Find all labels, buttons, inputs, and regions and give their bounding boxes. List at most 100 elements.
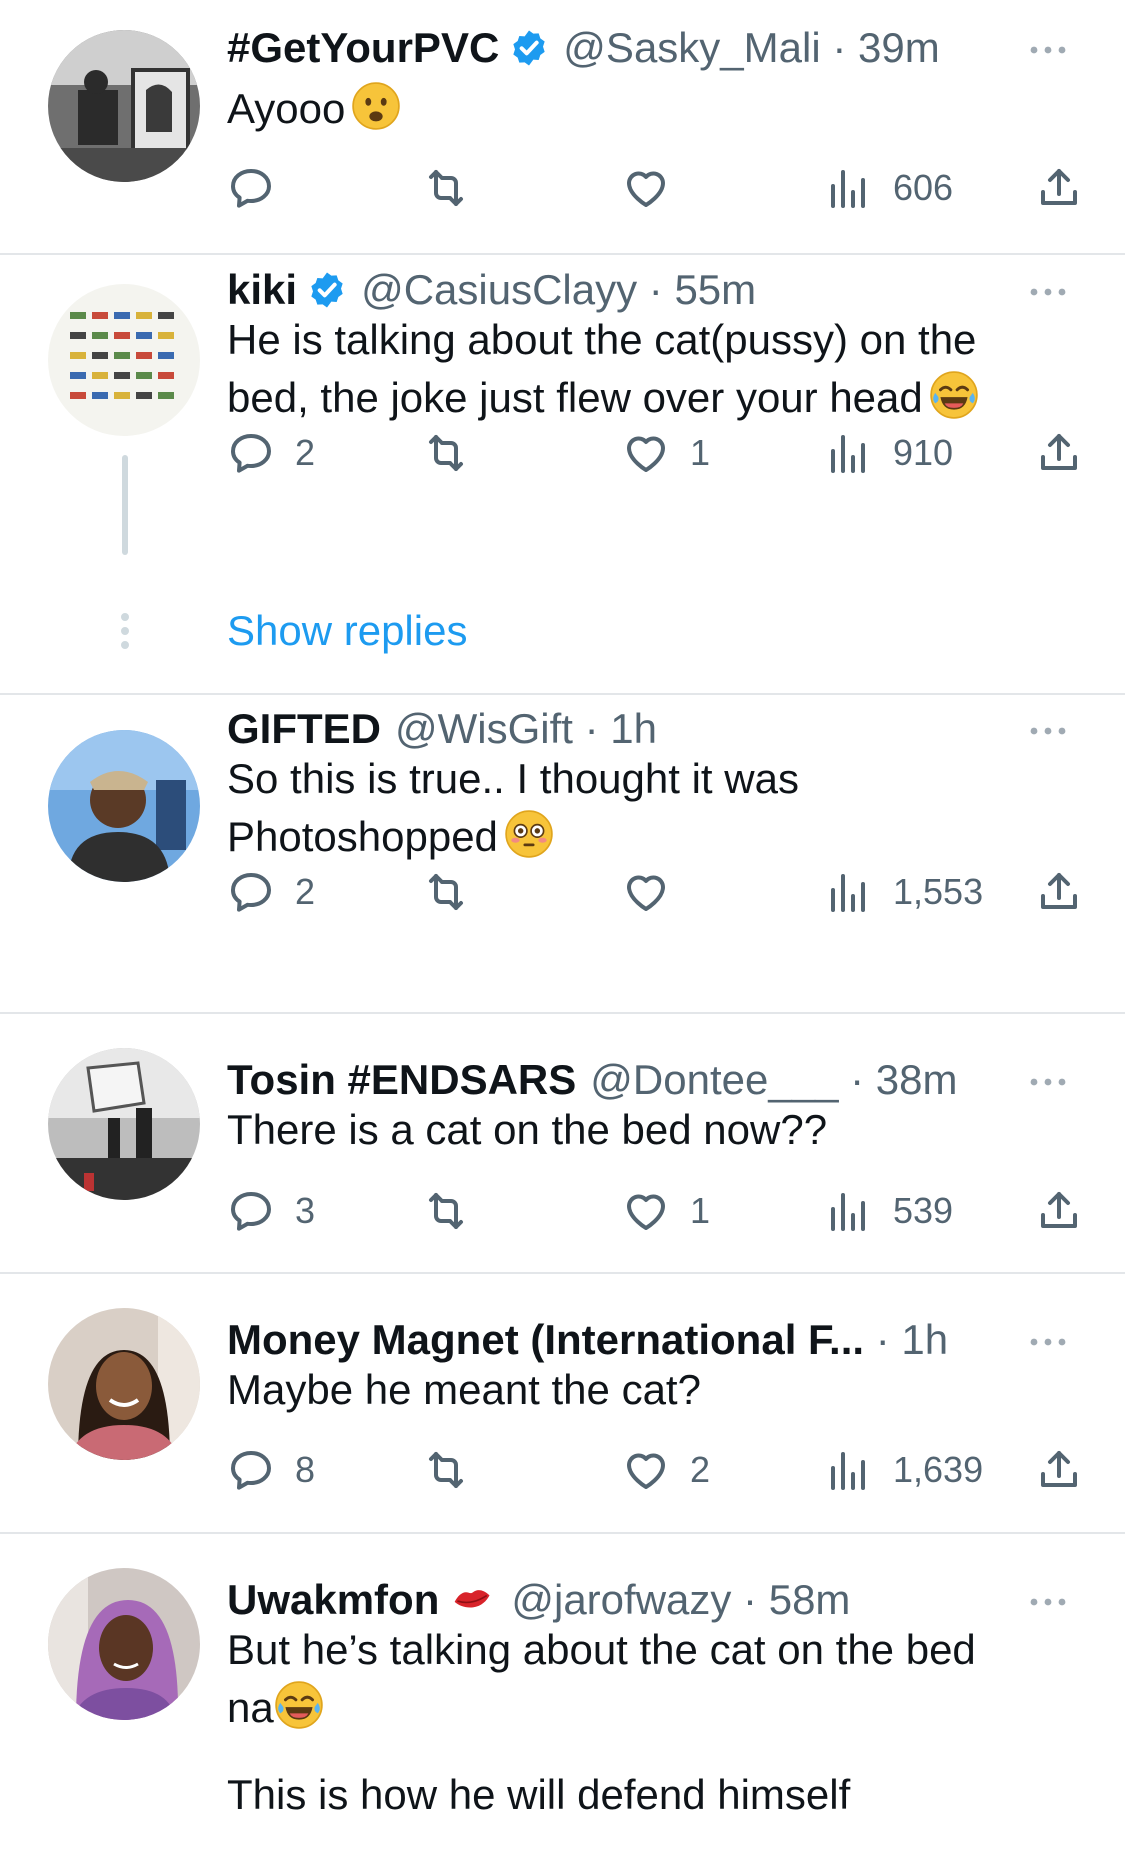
avatar[interactable] [48, 1568, 200, 1720]
reply-icon [227, 429, 275, 477]
avatar[interactable] [48, 284, 200, 436]
like-button[interactable] [622, 158, 690, 218]
frowning-face-emoji [351, 81, 401, 131]
tweet-actions: 2 1,553 [227, 862, 1087, 922]
separator-dot: · [864, 1316, 902, 1363]
tweet[interactable]: Tosin #ENDSARS @Dontee___ · 38m There is … [0, 1014, 1125, 1272]
more-icon[interactable] [1026, 1072, 1070, 1092]
user-handle[interactable]: @Dontee___ [590, 1056, 838, 1103]
tweet-text: So this is true.. I thought it was Photo… [227, 750, 1097, 866]
retweet-button[interactable] [422, 862, 470, 922]
views-icon [825, 429, 873, 477]
display-name[interactable]: #GetYourPVC [227, 24, 499, 71]
avatar[interactable] [48, 30, 200, 182]
heart-icon [622, 164, 670, 212]
like-button[interactable] [622, 862, 690, 922]
views-button[interactable]: 910 [825, 423, 953, 483]
views-button[interactable]: 539 [825, 1181, 953, 1241]
avatar[interactable] [48, 1308, 200, 1460]
user-handle[interactable]: @CasiusClayy [361, 266, 637, 313]
kiss-mark-emoji [449, 1578, 497, 1622]
separator-dot: · [838, 1056, 876, 1103]
like-button[interactable]: 2 [622, 1440, 710, 1500]
separator-dot: · [637, 266, 675, 313]
avatar[interactable] [48, 730, 200, 882]
tears-of-joy-emoji [274, 1680, 324, 1730]
more-icon[interactable] [1026, 1332, 1070, 1352]
verified-badge-icon [509, 28, 549, 68]
tweet[interactable]: #GetYourPVC @Sasky_Mali · 39m Ayooo 606 [0, 0, 1125, 253]
heart-icon [622, 429, 670, 477]
retweet-button[interactable] [422, 158, 470, 218]
retweet-button[interactable] [422, 1181, 470, 1241]
heart-icon [622, 1446, 670, 1494]
timestamp[interactable]: 58m [769, 1576, 851, 1623]
reply-count: 8 [295, 1449, 316, 1490]
like-button[interactable]: 1 [622, 423, 710, 483]
share-button[interactable] [1035, 862, 1083, 922]
share-button[interactable] [1035, 1440, 1083, 1500]
tweet-actions: 8 2 1,639 [227, 1440, 1087, 1500]
tweet[interactable]: kiki @CasiusClayy · 55m He is talking abo… [0, 255, 1125, 693]
more-icon[interactable] [1026, 721, 1070, 741]
views-button[interactable]: 606 [825, 158, 953, 218]
avatar[interactable] [48, 1048, 200, 1200]
like-count: 1 [690, 1190, 711, 1231]
tweet-text: He is talking about the cat(pussy) on th… [227, 311, 1097, 427]
views-count: 539 [893, 1190, 954, 1231]
heart-icon [622, 868, 670, 916]
user-handle[interactable]: @jarofwazy [511, 1576, 731, 1623]
tweet[interactable]: Uwakmfon @jarofwazy · 58m But he’s talkin… [0, 1534, 1125, 1875]
retweet-button[interactable] [422, 1440, 470, 1500]
reply-button[interactable]: 2 [227, 862, 315, 922]
user-handle[interactable]: @Sasky_Mali [563, 24, 820, 71]
tweet-text: There is a cat on the bed now?? [227, 1101, 1097, 1159]
views-count: 910 [893, 432, 954, 473]
display-name[interactable]: Uwakmfon [227, 1576, 439, 1623]
more-icon[interactable] [1026, 40, 1070, 60]
like-count: 1 [690, 432, 711, 473]
timestamp[interactable]: 55m [674, 266, 756, 313]
share-icon [1035, 429, 1083, 477]
heart-icon [622, 1187, 670, 1235]
share-button[interactable] [1035, 1181, 1083, 1241]
tweet[interactable]: GIFTED @WisGift · 1h So this is true.. I … [0, 695, 1125, 1012]
share-button[interactable] [1035, 158, 1083, 218]
retweet-icon [422, 164, 470, 212]
retweet-icon [422, 1446, 470, 1494]
more-icon[interactable] [1026, 1592, 1070, 1612]
timestamp[interactable]: 1h [901, 1316, 948, 1363]
timestamp[interactable]: 1h [610, 705, 657, 752]
display-name[interactable]: Tosin #ENDSARS [227, 1056, 576, 1103]
reply-button[interactable]: 8 [227, 1440, 315, 1500]
show-replies-link[interactable]: Show replies [227, 607, 467, 655]
display-name[interactable]: kiki [227, 266, 297, 313]
user-handle[interactable]: @WisGift [395, 705, 573, 752]
reply-count: 3 [295, 1190, 316, 1231]
tweet-actions: 2 1 910 [227, 423, 1087, 483]
reply-icon [227, 164, 275, 212]
tweet-text-content: He is talking about the cat(pussy) on th… [227, 316, 977, 421]
reply-button[interactable] [227, 158, 295, 218]
display-name[interactable]: Money Magnet (International F... [227, 1316, 864, 1363]
views-button[interactable]: 1,553 [825, 862, 983, 922]
thread-line [122, 455, 128, 555]
more-icon[interactable] [1026, 282, 1070, 302]
verified-badge-icon [307, 270, 347, 310]
views-button[interactable]: 1,639 [825, 1440, 983, 1500]
display-name[interactable]: GIFTED [227, 705, 381, 752]
tears-of-joy-emoji [929, 370, 979, 420]
tweet-text-paragraph: This is how he will defend himself [227, 1771, 851, 1818]
share-icon [1035, 868, 1083, 916]
views-count: 1,639 [893, 1449, 984, 1490]
timestamp[interactable]: 38m [876, 1056, 958, 1103]
reply-count: 2 [295, 871, 316, 912]
reply-button[interactable]: 2 [227, 423, 315, 483]
share-button[interactable] [1035, 423, 1083, 483]
retweet-button[interactable] [422, 423, 470, 483]
like-button[interactable]: 1 [622, 1181, 710, 1241]
reply-button[interactable]: 3 [227, 1181, 315, 1241]
timestamp[interactable]: 39m [858, 24, 940, 71]
tweet[interactable]: Money Magnet (International F... · 1h Ma… [0, 1274, 1125, 1532]
tweet-text: But he’s talking about the cat on the be… [227, 1621, 1097, 1737]
